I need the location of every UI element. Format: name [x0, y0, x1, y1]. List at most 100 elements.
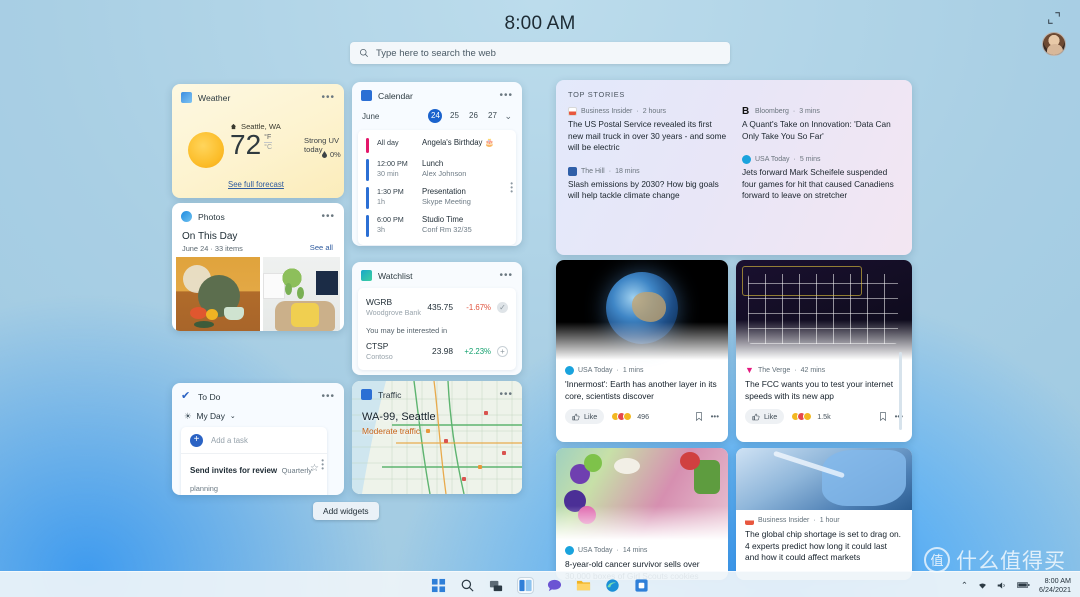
edge-icon[interactable] [605, 578, 620, 593]
start-icon[interactable] [431, 578, 446, 593]
widget-weather[interactable]: Weather ••• Seattle, WA 72 °F °C Strong … [172, 84, 344, 198]
chevron-down-icon[interactable]: ⌄ [504, 111, 512, 122]
search-icon[interactable] [460, 578, 475, 593]
weather-menu-button[interactable]: ••• [321, 95, 335, 101]
widget-todo[interactable]: ✔ To Do ••• ☀ My Day ⌄ + Add a task Send… [172, 383, 344, 495]
taskbar: ⌃ 8:00 AM 6/24/2021 [0, 571, 1080, 597]
see-full-forecast-link[interactable]: See full forecast [228, 180, 284, 189]
news-card[interactable]: Business Insider · 1 hour The global chi… [736, 448, 912, 580]
watchlist-add-button[interactable]: + [497, 346, 508, 357]
reaction-count: 1.5k [817, 412, 831, 421]
calendar-day-25[interactable]: 25 [447, 109, 461, 123]
news-card[interactable]: USA Today · 1 mins 'Innermost': Earth ha… [556, 260, 728, 442]
volume-icon[interactable] [997, 581, 1008, 590]
wifi-icon[interactable] [977, 581, 988, 590]
top-story-item[interactable]: Business Insider · 2 hours The US Postal… [568, 107, 728, 154]
event-time: All day [377, 138, 414, 147]
todo-menu-button[interactable]: ••• [321, 394, 335, 400]
story-time: 5 mins [800, 156, 821, 163]
todo-list-selector[interactable]: ☀ My Day ⌄ [184, 411, 236, 421]
top-stories-column-left: Business Insider · 2 hours The US Postal… [568, 107, 728, 215]
widgets-icon[interactable] [518, 578, 533, 593]
chat-icon[interactable] [547, 578, 562, 593]
top-story-item[interactable]: The Hill · 18 mins Slash emissions by 20… [568, 167, 728, 202]
news-card[interactable]: ▼ The Verge · 42 mins The FCC wants you … [736, 260, 912, 442]
widget-traffic[interactable]: Traffic ••• WA-99, Seattle Moderate traf… [352, 381, 522, 494]
expand-icon[interactable] [1043, 10, 1065, 26]
taskbar-clock[interactable]: 8:00 AM 6/24/2021 [1039, 576, 1071, 594]
reaction-group[interactable]: 1.5k [791, 412, 831, 421]
watchlist-row[interactable]: CTSP Contoso 23.98 +2.23% + [358, 339, 516, 363]
the-hill-logo-icon [568, 167, 577, 176]
calendar-day-24[interactable]: 24 [428, 109, 442, 123]
store-icon[interactable] [634, 578, 649, 593]
calendar-day-27[interactable]: 27 [485, 109, 499, 123]
event-time: 12:00 PM 30 min [377, 159, 414, 178]
watchlist-added-icon[interactable]: ✓ [497, 302, 508, 313]
reaction-icons [791, 412, 812, 421]
top-story-item[interactable]: USA Today · 5 mins Jets forward Mark Sch… [742, 155, 902, 202]
watchlist-change: -1.67% [453, 303, 491, 312]
calendar-day-26[interactable]: 26 [466, 109, 480, 123]
chevron-up-icon[interactable]: ⌃ [961, 580, 968, 591]
widget-watchlist[interactable]: Watchlist ••• WGRB Woodgrove Bank 435.75… [352, 262, 522, 375]
like-button[interactable]: Like [565, 409, 604, 424]
story-source-name: Bloomberg [755, 108, 789, 115]
widget-photos[interactable]: Photos ••• On This Day June 24 · 33 item… [172, 203, 344, 331]
calendar-event[interactable]: 6:00 PM 3h Studio Time Conf Rm 32/35 [358, 211, 516, 239]
unit-c[interactable]: °C [264, 142, 272, 152]
thumbs-up-icon [752, 413, 760, 421]
top-right-controls [1039, 10, 1069, 56]
scroll-dots: ••• [321, 459, 324, 471]
photos-see-all-link[interactable]: See all [310, 243, 333, 252]
add-widgets-button[interactable]: Add widgets [313, 502, 379, 520]
battery-icon[interactable] [1017, 581, 1030, 589]
like-button[interactable]: Like [745, 409, 784, 424]
traffic-menu-button[interactable]: ••• [499, 392, 513, 398]
news-source-name: Business Insider [758, 517, 809, 524]
event-duration: 3h [377, 225, 414, 234]
bookmark-icon[interactable] [879, 412, 887, 421]
chevron-down-icon: ⌄ [230, 412, 236, 420]
photo-thumbnail[interactable] [263, 257, 340, 331]
widget-calendar[interactable]: Calendar ••• June 24 25 26 27 ⌄ All day … [352, 82, 522, 246]
calendar-event[interactable]: 1:30 PM 1h Presentation Skype Meeting [358, 183, 516, 211]
calendar-event[interactable]: 12:00 PM 30 min Lunch Alex Johnson [358, 155, 516, 183]
task-view-icon[interactable] [489, 578, 504, 593]
top-story-item[interactable]: B Bloomberg · 3 mins A Quant's Take on I… [742, 107, 902, 142]
story-title: A Quant's Take on Innovation: 'Data Can … [742, 119, 902, 142]
widget-top-stories[interactable]: TOP STORIES Business Insider · 2 hours T… [556, 80, 912, 255]
news-source: Business Insider · 1 hour [745, 516, 903, 525]
news-dot: · [617, 367, 619, 374]
watchlist-symbol-block: CTSP Contoso [366, 341, 393, 361]
search-input[interactable]: Type here to search the web [350, 42, 730, 64]
todo-task-list: + Add a task Send invites for review Qua… [181, 427, 327, 495]
bloomberg-logo-icon: B [742, 107, 751, 116]
news-time: 1 hour [820, 517, 840, 524]
news-more-button[interactable]: ••• [711, 412, 719, 421]
file-explorer-icon[interactable] [576, 578, 591, 593]
photo-thumbnail[interactable] [176, 257, 260, 331]
board-scrollbar[interactable] [899, 352, 902, 430]
sun-icon [188, 132, 224, 168]
add-task-row[interactable]: + Add a task [181, 433, 327, 454]
news-actions: Like 1.5k ••• [736, 402, 912, 432]
news-dot: · [617, 547, 619, 554]
watchlist-row[interactable]: WGRB Woodgrove Bank 435.75 -1.67% ✓ [358, 295, 516, 319]
news-headline: 'Innermost': Earth has another layer in … [565, 379, 719, 402]
unit-f[interactable]: °F [264, 134, 271, 141]
photos-menu-button[interactable]: ••• [321, 214, 335, 220]
story-title: The US Postal Service revealed its first… [568, 119, 728, 154]
todo-item[interactable]: Send invites for review Quarterly planni… [181, 454, 327, 495]
news-card[interactable]: USA Today · 14 mins 8-year-old cancer su… [556, 448, 728, 580]
bookmark-icon[interactable] [695, 412, 703, 421]
calendar-menu-button[interactable]: ••• [499, 93, 513, 99]
story-dot: · [636, 108, 638, 115]
watchlist-menu-button[interactable]: ••• [499, 273, 513, 279]
star-icon[interactable]: ☆ [310, 463, 319, 474]
weather-header: Weather ••• [172, 84, 344, 103]
avatar[interactable] [1042, 32, 1066, 56]
calendar-event[interactable]: All day Angela's Birthday 🎂 [358, 134, 516, 155]
event-duration: 30 min [377, 169, 414, 178]
reaction-group[interactable]: 496 [611, 412, 649, 421]
